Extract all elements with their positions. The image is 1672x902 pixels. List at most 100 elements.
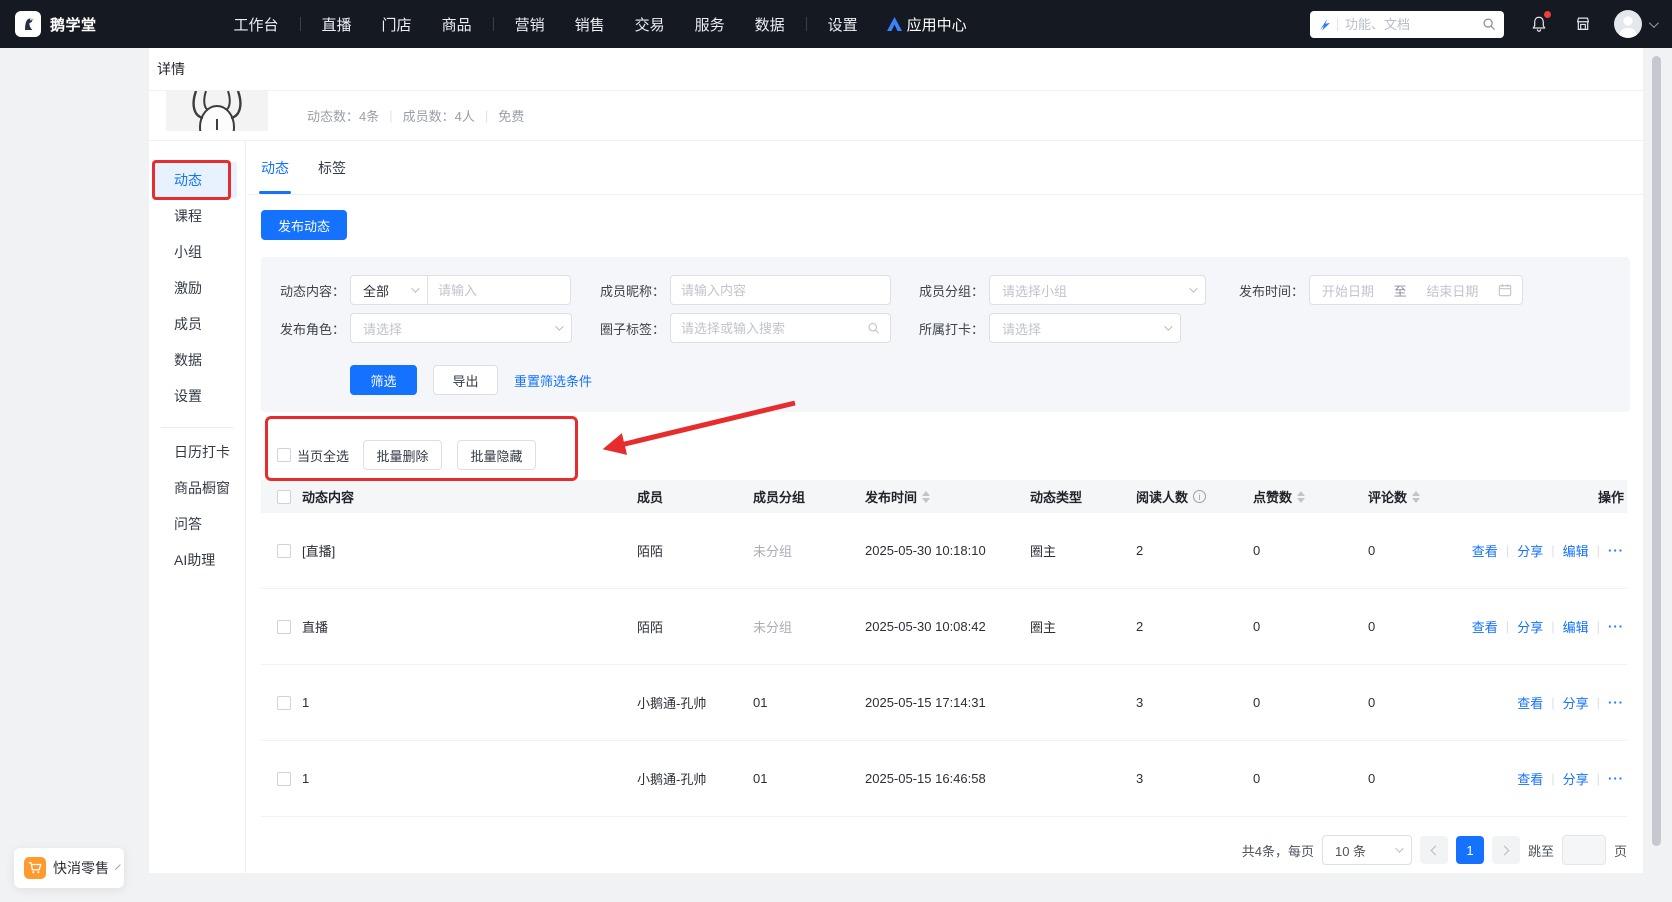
publish-time-range[interactable]: 开始日期 至 结束日期 (1309, 275, 1523, 305)
nav-item-10[interactable]: 设置 (828, 14, 858, 35)
row-checkbox-cell (261, 696, 302, 710)
sidebar-item-数据[interactable]: 数据 (155, 342, 237, 378)
nav-item-1[interactable]: 工作台 (234, 14, 279, 35)
page-size-select[interactable]: 10 条 (1322, 835, 1412, 865)
select-all-checkbox[interactable] (277, 448, 291, 462)
checkin-select[interactable]: 请选择 (989, 313, 1181, 343)
filter-submit-button[interactable]: 筛选 (350, 365, 417, 395)
nickname-field (670, 275, 891, 305)
row-checkbox[interactable] (277, 620, 291, 634)
action-separator: | (1551, 771, 1554, 786)
sidebar-item-小组[interactable]: 小组 (155, 234, 237, 270)
reset-filters-link[interactable]: 重置筛选条件 (514, 371, 592, 390)
row-checkbox[interactable] (277, 772, 291, 786)
filter-row-1: 动态内容： 全部 成员昵称： (261, 275, 1630, 305)
cell-content: [直播] (302, 541, 637, 560)
search-icon (867, 321, 880, 335)
action-separator: | (1551, 695, 1554, 710)
calendar-icon (1498, 283, 1512, 297)
nav-item-4[interactable]: 商品 (442, 14, 472, 35)
sidebar-divider (161, 427, 233, 428)
workspace-name: 快消零售 (53, 858, 109, 878)
row-checkbox[interactable] (277, 544, 291, 558)
action-查看[interactable]: 查看 (1472, 617, 1498, 636)
notification-badge (1544, 11, 1551, 18)
brand[interactable]: 鹅学堂 (15, 11, 97, 37)
more-actions-icon[interactable]: ··· (1608, 771, 1624, 786)
sidebar-item-课程[interactable]: 课程 (155, 198, 237, 234)
tab-标签[interactable]: 标签 (318, 141, 346, 194)
filter-nickname-label: 成员昵称： (561, 281, 665, 300)
header-checkbox[interactable] (277, 490, 291, 504)
batch-delete-button[interactable]: 批量删除 (363, 440, 442, 470)
filter-nickname: 成员昵称： (561, 275, 891, 305)
cell-content: 直播 (302, 617, 637, 636)
nav-divider (300, 17, 301, 31)
chevron-left-icon (1431, 845, 1441, 855)
sort-icon[interactable] (1412, 491, 1420, 503)
publish-moment-button[interactable]: 发布动态 (261, 210, 347, 240)
sort-icon[interactable] (922, 491, 930, 503)
action-分享[interactable]: 分享 (1517, 617, 1543, 636)
main-panel: 详情 动态数：4条|成员数：4人|免费 动态课程小组激励成员数据设置日历打卡商品… (149, 48, 1643, 873)
search-input[interactable] (1345, 17, 1482, 32)
sidebar-item-AI助理[interactable]: AI助理 (155, 542, 237, 578)
nav-item-8[interactable]: 服务 (695, 14, 725, 35)
sidebar-item-日历打卡[interactable]: 日历打卡 (155, 434, 237, 470)
action-分享[interactable]: 分享 (1563, 769, 1589, 788)
action-分享[interactable]: 分享 (1517, 541, 1543, 560)
sidebar-item-设置[interactable]: 设置 (155, 378, 237, 414)
notification-bell[interactable] (1530, 15, 1548, 33)
content-tabs: 动态标签 (248, 141, 1643, 195)
info-icon[interactable]: i (1193, 490, 1206, 503)
store-entry[interactable] (1574, 15, 1592, 33)
select-all-label[interactable]: 当页全选 (297, 446, 349, 465)
nickname-input[interactable] (681, 283, 880, 298)
scrollbar-thumb[interactable] (1652, 56, 1661, 846)
next-page-button[interactable] (1492, 836, 1520, 864)
export-button[interactable]: 导出 (433, 365, 498, 395)
row-checkbox[interactable] (277, 696, 291, 710)
nav-item-9[interactable]: 数据 (755, 14, 785, 35)
current-page-button[interactable]: 1 (1456, 836, 1484, 864)
sidebar-item-动态[interactable]: 动态 (155, 162, 237, 198)
action-编辑[interactable]: 编辑 (1563, 617, 1589, 636)
tab-动态[interactable]: 动态 (261, 141, 289, 194)
sort-icon[interactable] (1297, 491, 1305, 503)
sidebar-item-激励[interactable]: 激励 (155, 270, 237, 306)
batch-hide-button[interactable]: 批量隐藏 (457, 440, 536, 470)
nav-item-7[interactable]: 交易 (635, 14, 665, 35)
column-header-评论数: 评论数 (1368, 487, 1490, 506)
action-separator: | (1597, 771, 1600, 786)
sidebar-item-商品橱窗[interactable]: 商品橱窗 (155, 470, 237, 506)
nav-item-app-center[interactable]: 应用中心 (887, 14, 967, 35)
user-menu[interactable] (1614, 10, 1656, 38)
global-search[interactable] (1310, 11, 1504, 38)
action-查看[interactable]: 查看 (1517, 693, 1543, 712)
content-keyword-input[interactable] (438, 283, 560, 298)
action-编辑[interactable]: 编辑 (1563, 541, 1589, 560)
action-查看[interactable]: 查看 (1472, 541, 1498, 560)
nav-item-3[interactable]: 门店 (382, 14, 412, 35)
member-group-select[interactable]: 请选择小组 (989, 275, 1206, 305)
filter-panel: 动态内容： 全部 成员昵称： (261, 257, 1630, 412)
row-checkbox-cell (261, 772, 302, 786)
more-actions-icon[interactable]: ··· (1608, 619, 1624, 634)
more-actions-icon[interactable]: ··· (1608, 695, 1624, 710)
sidebar-item-成员[interactable]: 成员 (155, 306, 237, 342)
content-type-select[interactable]: 全部 (350, 275, 428, 305)
more-actions-icon[interactable]: ··· (1608, 543, 1624, 558)
nav-item-2[interactable]: 直播 (322, 14, 352, 35)
action-分享[interactable]: 分享 (1563, 693, 1589, 712)
workspace-switcher[interactable]: 快消零售 (14, 848, 124, 888)
jump-page-input[interactable] (1562, 835, 1606, 865)
sidebar-item-问答[interactable]: 问答 (155, 506, 237, 542)
circle-tag-input[interactable] (681, 321, 867, 336)
publish-role-select[interactable]: 请选择 (350, 313, 572, 343)
prev-page-button[interactable] (1420, 836, 1448, 864)
nav-item-5[interactable]: 营销 (515, 14, 545, 35)
nav-item-6[interactable]: 销售 (575, 14, 605, 35)
content-type-value: 全部 (363, 281, 389, 300)
search-icon[interactable] (1482, 17, 1496, 31)
action-查看[interactable]: 查看 (1517, 769, 1543, 788)
